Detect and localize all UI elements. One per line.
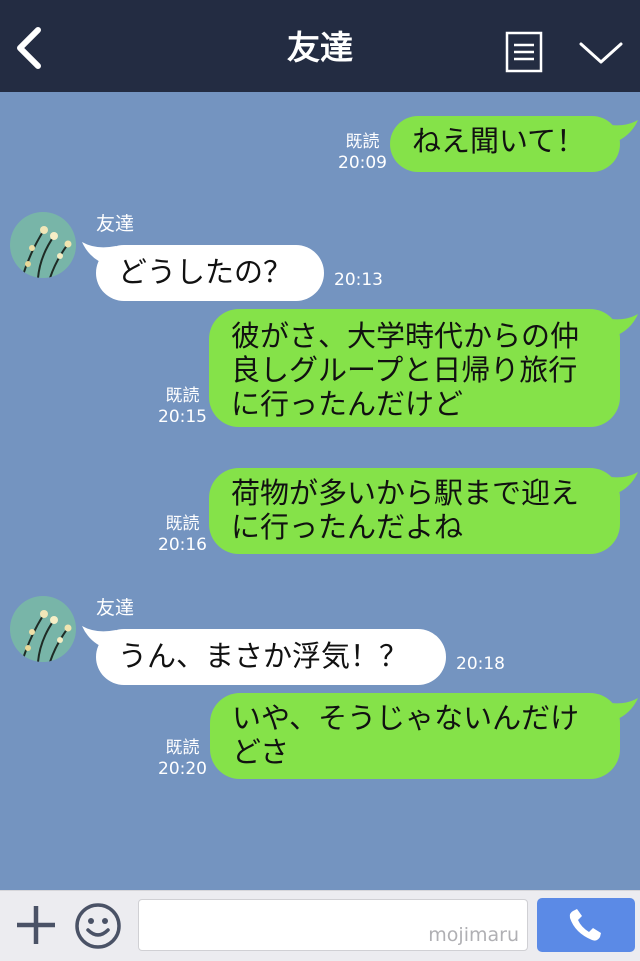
watermark: mojimaru — [428, 924, 519, 946]
my-message-bubble[interactable]: 荷物が多いから駅まで迎え に行ったんだよね — [209, 468, 620, 554]
message-time: 20:13 — [334, 270, 383, 290]
read-receipt: 既読 — [165, 386, 200, 406]
message-status: 既読 20:20 — [158, 738, 207, 780]
message-text-line: どさ — [232, 735, 290, 769]
message-status: 既読 20:09 — [338, 132, 387, 174]
message-time: 20:16 — [158, 535, 207, 555]
message-text-line: に行ったんだけど — [231, 387, 464, 421]
sender-name: 友達 — [96, 597, 135, 619]
call-button[interactable] — [537, 898, 635, 952]
message-text-line: 荷物が多いから駅まで迎え — [231, 476, 580, 510]
message-time: 20:20 — [158, 759, 207, 779]
message-text: ねえ聞いて！ — [412, 124, 586, 158]
my-message-bubble[interactable]: いや、そうじゃないんだけ どさ — [210, 693, 620, 779]
menu-list-icon[interactable] — [505, 31, 543, 73]
message-text-line: 彼がさ、大学時代からの仲 — [231, 319, 580, 353]
message-text: うん、まさか浮気！？ — [118, 639, 409, 673]
message-text: どうしたの？ — [118, 255, 293, 289]
message-time: 20:18 — [456, 654, 505, 674]
emoji-icon[interactable] — [74, 902, 122, 950]
my-message-bubble[interactable]: ねえ聞いて！ — [390, 116, 620, 172]
sender-name: 友達 — [96, 213, 135, 235]
chat-title: 友達 — [287, 28, 353, 67]
message-text-line: いや、そうじゃないんだけ — [232, 701, 580, 735]
dropdown-chevron-icon[interactable] — [578, 38, 624, 68]
message-input[interactable]: mojimaru — [138, 899, 528, 951]
message-text-line: 良しグループと日帰り旅行 — [231, 353, 578, 387]
avatar[interactable] — [10, 596, 76, 662]
message-time: 20:15 — [158, 407, 207, 427]
phone-icon — [569, 909, 601, 941]
read-receipt: 既読 — [165, 514, 200, 534]
message-text-line: に行ったんだよね — [231, 510, 464, 544]
message-time: 20:09 — [338, 153, 387, 173]
avatar[interactable] — [10, 212, 76, 278]
message-status: 既読 20:16 — [158, 514, 207, 556]
my-message-bubble[interactable]: 彼がさ、大学時代からの仲 良しグループと日帰り旅行 に行ったんだけど — [209, 309, 620, 427]
their-message-bubble[interactable]: うん、まさか浮気！？ — [96, 629, 446, 685]
chat-area[interactable]: 既読 20:09 ねえ聞いて！ 友達 どうしたの？ 20:13 既読 20:15… — [0, 92, 640, 890]
message-status: 既読 20:15 — [158, 386, 207, 428]
read-receipt: 既読 — [165, 738, 200, 758]
plus-icon[interactable] — [14, 903, 58, 947]
chat-header: 友達 — [0, 0, 640, 92]
avatar-image — [10, 212, 76, 278]
input-bar: mojimaru — [0, 890, 640, 961]
their-message-bubble[interactable]: どうしたの？ — [96, 245, 324, 301]
read-receipt: 既読 — [345, 132, 380, 152]
avatar-image — [10, 596, 76, 662]
